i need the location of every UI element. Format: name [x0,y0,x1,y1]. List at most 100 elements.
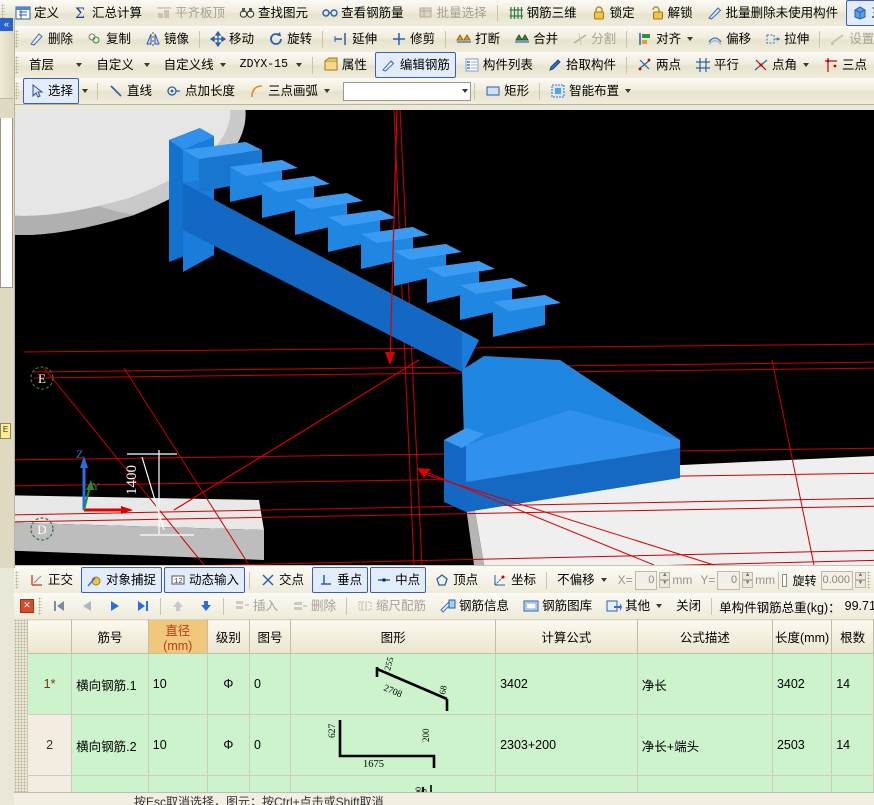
btn-smart-layout[interactable]: 智能布置 [544,78,637,104]
left-dock-row-1[interactable] [0,32,13,55]
tb1-batch-delete-unused[interactable]: 批量删除未使用构件 [701,0,845,26]
table-row[interactable]: 1* 横向钢筋.1 10 Φ 0 255 2708 68 3402 净长 340… [26,653,874,715]
tb2-break[interactable]: 打断 [450,26,506,52]
left-dock-panel[interactable] [0,118,13,288]
btn-arc-tool[interactable]: 三点画弧 [243,78,336,104]
cell-grade[interactable]: Φ [206,653,250,715]
rotate-input[interactable]: 0.000 [821,570,854,590]
btn-two-point[interactable]: 两点 [631,52,687,78]
btn-rebar-info[interactable]: 钢筋信息 [434,593,515,619]
tb2-stretch[interactable]: 拉伸 [759,26,815,52]
col-header-length[interactable]: 长度(mm) [771,619,833,654]
tb2-rotate[interactable]: 旋转 [262,26,318,52]
chevron-down-icon[interactable] [656,604,663,608]
cell-count[interactable]: 14 [831,653,874,715]
tb2-set-grip[interactable]: 设置夹点 [824,26,874,52]
tb1-unlock[interactable]: 解锁 [643,0,699,26]
btn-other[interactable]: 其他 [600,593,668,619]
cell-count[interactable]: 14 [831,714,874,776]
offset-mode-combo[interactable]: 不偏移 [551,567,613,593]
tb2-extend[interactable]: 延伸 [327,26,383,52]
left-tab-marker[interactable]: E [0,423,11,439]
tb1-batch-select[interactable]: 批量选择 [412,0,493,26]
tb1-align-slab[interactable]: 平齐板顶 [150,0,231,26]
col-header-formula[interactable]: 计算公式 [495,619,638,654]
btn-rect-tool[interactable]: 矩形 [479,78,535,104]
left-dock-row-2[interactable] [0,54,13,77]
cell-formula[interactable]: 2303+200 [495,714,638,776]
move-row-down[interactable] [193,593,219,619]
snap-object[interactable]: 对象捕捉 [81,567,163,593]
close-editor-button[interactable]: ✕ [20,599,34,613]
left-dock-row-3[interactable] [0,76,13,99]
col-header-name[interactable]: 筋号 [71,619,149,654]
cell-diameter[interactable]: 10 [147,714,208,776]
x-input[interactable]: 0 [634,570,658,590]
chevron-down-icon[interactable] [687,37,694,41]
btn-point-angle[interactable]: 点角 [747,52,815,78]
snap-vertex[interactable]: 顶点 [428,567,484,593]
chevron-down-icon[interactable] [76,63,83,67]
btn-insert-row[interactable]: 插入 [228,593,284,619]
col-header-diameter[interactable]: 直径(mm) [147,619,208,654]
move-row-up[interactable] [165,593,191,619]
selector-subcategory[interactable]: 自定义线 [158,52,232,78]
col-header-figno[interactable]: 图号 [248,619,292,654]
btn-properties[interactable]: 属性 [317,52,373,78]
chevron-down-icon[interactable] [803,63,809,67]
btn-point-length-tool[interactable]: 点加长度 [160,78,241,104]
toolbar2-grip[interactable] [15,30,19,48]
tb1-lock[interactable]: 锁定 [585,0,641,26]
cell-name[interactable]: 横向钢筋.2 [71,714,149,776]
col-header-grade[interactable]: 级别 [206,619,250,654]
editbar-grip[interactable] [38,597,42,615]
tb2-align[interactable]: 对齐 [631,26,699,52]
tb1-rebar-3d[interactable]: 钢筋三维 [502,0,583,26]
rotate-spinner[interactable]: ▲ ▼ [855,572,867,588]
arc-mode-combo[interactable] [343,81,472,101]
cell-grade[interactable]: Φ [206,714,250,776]
tb1-view-rebar-qty[interactable]: 查看钢筋量 [316,0,410,26]
cell-shape[interactable]: 627 1675 200 [290,714,497,776]
snap-ortho[interactable]: 正交 [23,567,79,593]
btn-close-editor[interactable]: 关闭 [670,593,707,619]
btn-rebar-library[interactable]: 钢筋图库 [517,593,598,619]
chevron-down-icon[interactable] [625,89,632,93]
snap-perpendicular[interactable]: 垂点 [312,567,369,593]
snap-intersection[interactable]: 交点 [254,567,310,593]
collapse-panel-button[interactable]: « [0,18,13,31]
cell-diameter[interactable]: 10 [147,653,208,715]
cell-figno[interactable]: 0 [248,653,292,715]
chevron-down-icon[interactable] [295,63,302,67]
tb2-copy[interactable]: 复制 [81,26,137,52]
btn-three-point[interactable]: 三点 [817,52,873,78]
y-input[interactable]: 0 [717,570,741,590]
cell-shape[interactable]: 255 2708 68 [290,653,497,715]
tb2-mirror[interactable]: 镜像 [139,26,195,52]
selector-floor[interactable]: 首层 [23,52,88,78]
col-header-count[interactable]: 根数 [831,619,874,654]
col-header-shape[interactable]: 图形 [290,619,497,654]
cell-desc[interactable]: 净长+端头 [636,714,773,776]
cell-rowno[interactable]: 1* [26,653,73,715]
tb2-move[interactable]: 移动 [204,26,260,52]
cell-name[interactable]: 横向钢筋.1 [71,653,149,715]
nav-first-record[interactable] [46,593,72,619]
rebar-grid[interactable]: 筋号 直径(mm) 级别 图号 图形 计算公式 公式描述 长度(mm) 根数 1… [26,619,874,805]
chevron-down-icon[interactable] [600,578,607,582]
selector-component[interactable]: ZDYX-15 [234,52,308,78]
tb1-summary[interactable]: Σ 汇总计算 [67,0,148,26]
x-spinner[interactable]: ▲ ▼ [659,572,671,588]
selector-category[interactable]: 自定义 [90,52,155,78]
table-row[interactable]: 2 横向钢筋.2 10 Φ 0 627 1675 200 2303+200 净长… [26,714,874,776]
btn-scale-rebar[interactable]: 缩尺配筋 [351,593,432,619]
rebar-table[interactable]: 筋号 直径(mm) 级别 图号 图形 计算公式 公式描述 长度(mm) 根数 1… [14,619,874,805]
cell-length[interactable]: 3402 [771,653,833,715]
snapbar-grip-end[interactable] [867,571,872,589]
snap-midpoint[interactable]: 中点 [370,567,427,593]
y-spinner[interactable]: ▲ ▼ [742,572,754,588]
btn-pick-component[interactable]: 拾取构件 [541,52,622,78]
tb2-offset[interactable]: 偏移 [701,26,757,52]
col-header-rowno[interactable] [26,619,73,654]
btn-component-list[interactable]: 构件列表 [458,52,539,78]
